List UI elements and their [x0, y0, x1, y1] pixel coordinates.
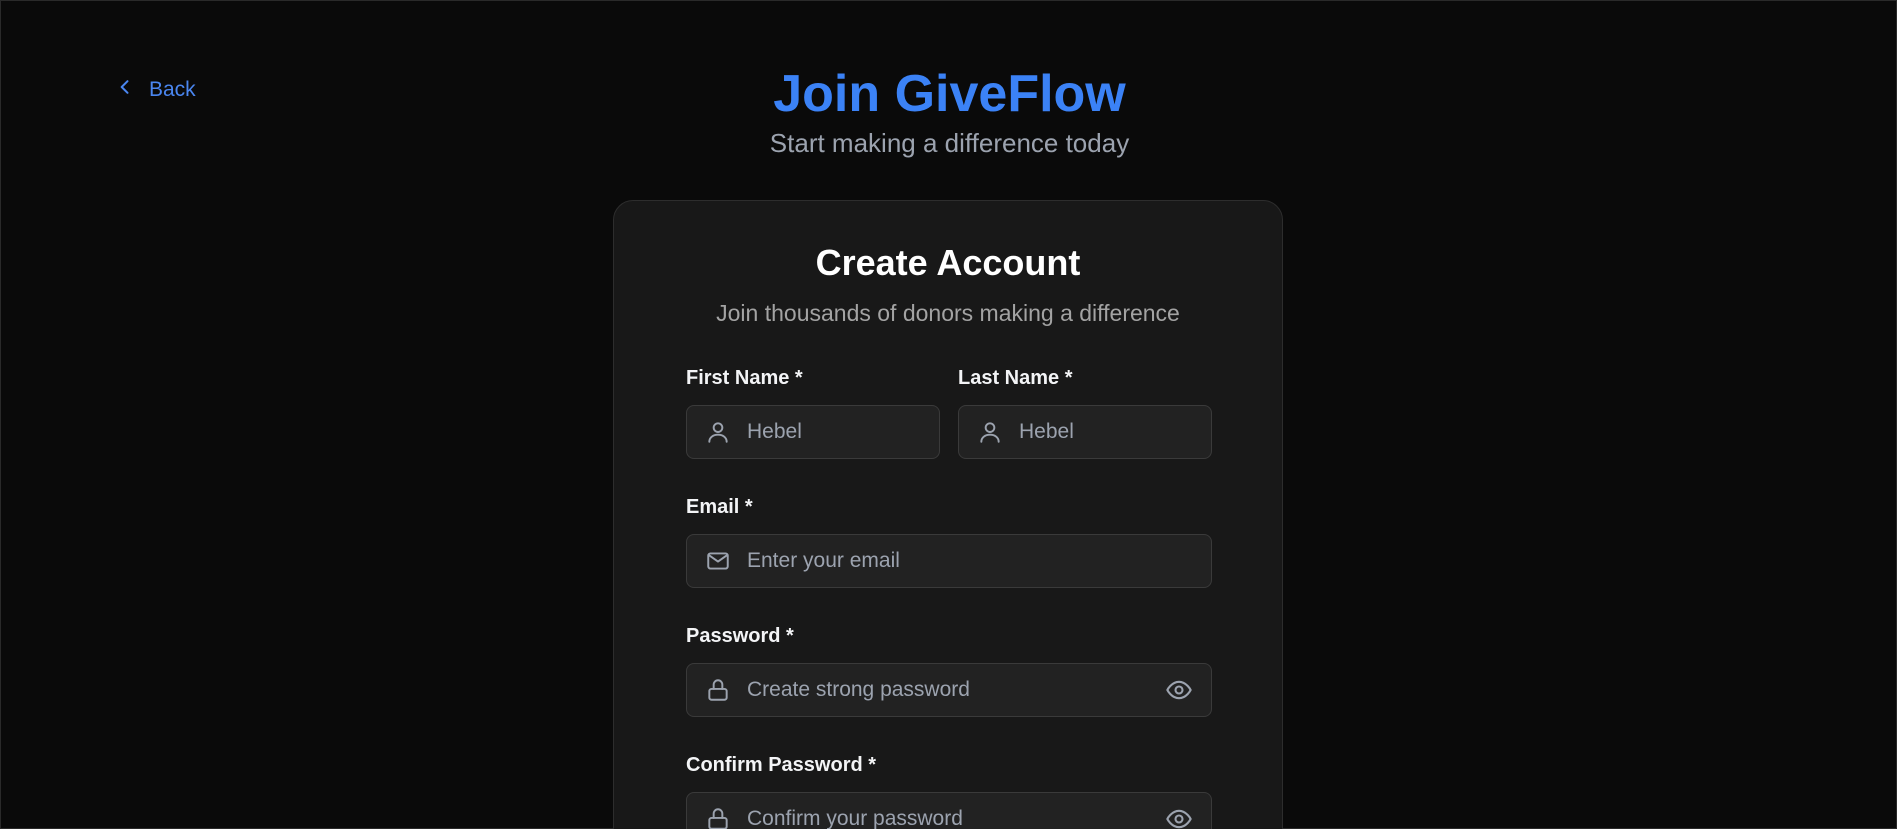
first-name-placeholder: Hebel — [747, 420, 802, 443]
lock-icon — [705, 806, 731, 829]
eye-icon[interactable] — [1165, 676, 1193, 704]
confirm-password-field[interactable]: Confirm your password — [686, 792, 1212, 829]
page-subtitle: Start making a difference today — [769, 128, 1130, 158]
last-name-field[interactable]: Hebel — [958, 405, 1212, 459]
first-name-field[interactable]: Hebel — [686, 405, 940, 459]
page: Back Join GiveFlow Start making a differ… — [0, 0, 1897, 829]
signup-card: Create Account Join thousands of donors … — [613, 200, 1283, 829]
card-title: Create Account — [815, 242, 1081, 283]
user-icon — [705, 419, 731, 445]
last-name-label: Last Name * — [958, 367, 1073, 389]
email-placeholder: Enter your email — [747, 549, 900, 572]
password-field[interactable]: Create strong password — [686, 663, 1212, 717]
card-subtitle: Join thousands of donors making a differ… — [716, 300, 1180, 326]
password-label: Password * — [686, 625, 794, 647]
mail-icon — [705, 548, 731, 574]
lock-icon — [705, 677, 731, 703]
email-field[interactable]: Enter your email — [686, 534, 1212, 588]
password-placeholder: Create strong password — [747, 678, 970, 701]
page-header: Join GiveFlow Start making a difference … — [1, 63, 1897, 159]
confirm-password-placeholder: Confirm your password — [747, 807, 963, 829]
email-label: Email * — [686, 496, 753, 518]
first-name-label: First Name * — [686, 367, 803, 389]
confirm-password-label: Confirm Password * — [686, 754, 877, 776]
last-name-placeholder: Hebel — [1019, 420, 1074, 443]
user-icon — [977, 419, 1003, 445]
page-title: Join GiveFlow — [773, 65, 1126, 123]
eye-icon[interactable] — [1165, 805, 1193, 829]
